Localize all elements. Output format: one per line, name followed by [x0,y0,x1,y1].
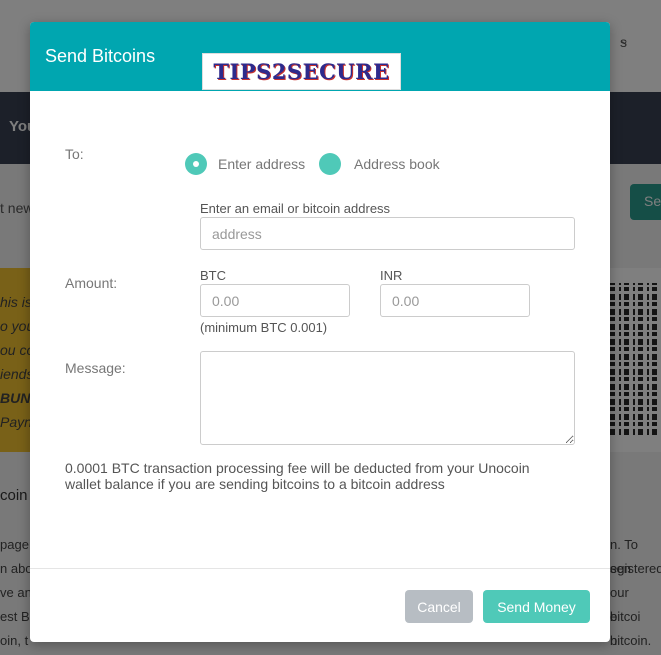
to-label: To: [65,146,84,162]
fee-notice: 0.0001 BTC transaction processing fee wi… [65,460,530,492]
btc-amount-input[interactable] [200,284,350,317]
dialog-header: Send Bitcoins TIPS2SECURE [30,22,610,91]
inr-label: INR [380,268,403,283]
btc-label: BTC [200,268,226,283]
address-field-label: Enter an email or bitcoin address [200,201,391,216]
watermark-logo: TIPS2SECURE [202,53,401,90]
send-bitcoins-dialog: Send Bitcoins TIPS2SECURE To: Enter addr… [30,22,610,642]
inr-amount-input[interactable] [380,284,530,317]
amount-label: Amount: [65,275,118,291]
message-label: Message: [65,360,126,376]
radio-address-book[interactable] [319,153,341,175]
footer-divider [30,568,610,569]
radio-address-book-label[interactable]: Address book [354,156,440,172]
cancel-button[interactable]: Cancel [405,590,473,623]
send-money-button[interactable]: Send Money [483,590,590,623]
radio-enter-address-label[interactable]: Enter address [218,156,305,172]
dialog-title: Send Bitcoins [45,46,156,66]
minimum-amount-hint: (minimum BTC 0.001) [200,320,328,335]
message-textarea[interactable] [200,351,575,445]
radio-enter-address[interactable] [185,153,207,175]
address-input[interactable] [200,217,575,250]
watermark-text: TIPS2SECURE [213,59,390,84]
